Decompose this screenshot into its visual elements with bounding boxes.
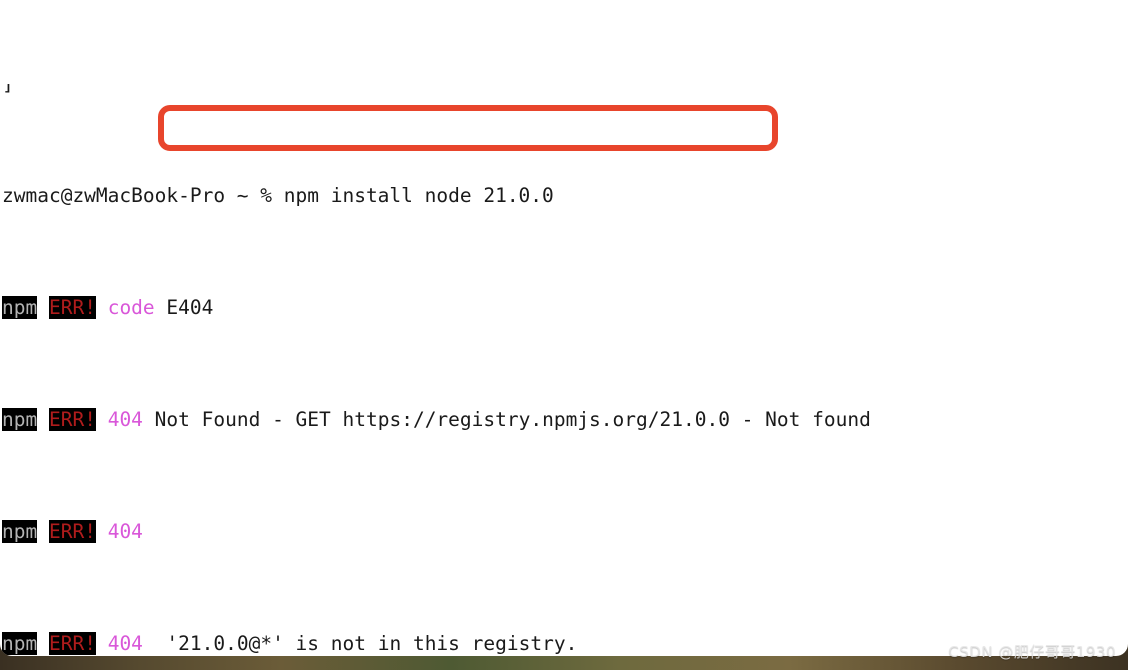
err-text: E404 — [154, 296, 214, 319]
npm-err-line: npm ERR! 404 — [0, 518, 1128, 546]
err-tag: ERR! — [48, 632, 96, 655]
npm-err-line: npm ERR! 404 Not Found - GET https://reg… — [0, 406, 1128, 434]
npm-tag: npm — [2, 520, 38, 543]
err-tag: ERR! — [48, 408, 96, 431]
npm-err-line: npm ERR! code E404 — [0, 294, 1128, 322]
err-tag: ERR! — [48, 520, 96, 543]
err-tag: ERR! — [48, 296, 96, 319]
terminal-screen[interactable]: ] zwmac@zwMacBook-Pro ~ % npm install no… — [0, 0, 1128, 656]
csdn-watermark: CSDN @肥仔哥哥1930 — [948, 643, 1116, 661]
clipped-top-line: ] — [0, 84, 1128, 98]
npm-tag: npm — [2, 632, 38, 655]
err-text: Not Found - GET https://registry.npmjs.o… — [142, 408, 871, 431]
npm-tag: npm — [2, 408, 38, 431]
err-code: code — [107, 296, 155, 319]
prompt-line-npm: zwmac@zwMacBook-Pro ~ % npm install node… — [2, 184, 554, 207]
npm-tag: npm — [2, 296, 38, 319]
err-code: 404 — [107, 632, 143, 655]
err-code: 404 — [107, 520, 143, 543]
err-text: '21.0.0@*' is not in this registry. — [142, 632, 578, 655]
err-code: 404 — [107, 408, 143, 431]
terminal-window[interactable]: ] zwmac@zwMacBook-Pro ~ % npm install no… — [0, 0, 1128, 656]
